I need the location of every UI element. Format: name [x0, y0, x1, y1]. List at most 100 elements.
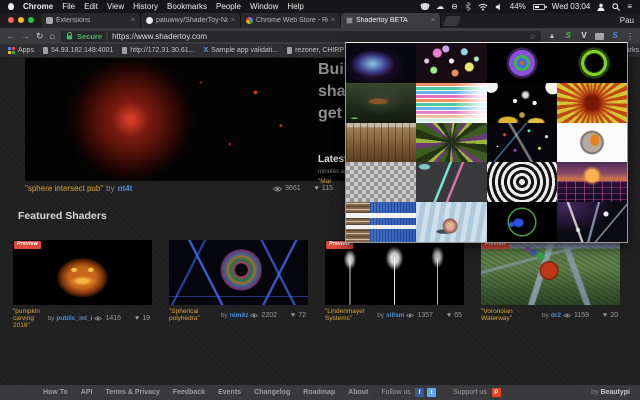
omnibox[interactable]: Secure | https://www.shadertoy.com ☆	[60, 30, 541, 42]
shader-thumbnail-rainbow-hexagon[interactable]	[486, 43, 557, 83]
secure-label[interactable]: Secure	[77, 32, 102, 41]
shader-thumbnail-concentric-circles[interactable]	[486, 162, 557, 203]
notification-center-icon[interactable]: ≡	[627, 2, 632, 11]
twitter-icon[interactable]: t	[426, 388, 436, 397]
bluetooth-icon[interactable]	[465, 2, 471, 11]
shader-author-link[interactable]: public_int_i	[56, 315, 92, 322]
bookmark-item[interactable]: X Sample app validati...	[203, 47, 278, 54]
url-text[interactable]: https://www.shadertoy.com	[112, 32, 207, 41]
shader-title-link[interactable]: "Voronoian Waterway"	[481, 308, 540, 322]
tab-shadertoy[interactable]: Shadertoy BETA ×	[341, 13, 441, 28]
volume-icon[interactable]	[495, 3, 503, 11]
close-tab-icon[interactable]: ×	[331, 17, 335, 24]
shader-thumbnail-fighter-jet[interactable]	[346, 82, 417, 123]
menu-help[interactable]: Help	[287, 2, 303, 11]
footer-link-feedback[interactable]: Feedback	[173, 389, 205, 396]
shader-preview-image[interactable]: Preview	[481, 240, 620, 305]
menu-chrome[interactable]: Chrome	[23, 2, 53, 11]
menu-clock[interactable]: Wed 03:04	[552, 2, 591, 11]
menu-bookmarks[interactable]: Bookmarks	[167, 2, 207, 11]
apple-icon[interactable]	[8, 3, 14, 10]
shader-preview-image[interactable]: Preview	[325, 240, 464, 305]
minimize-window-button[interactable]	[18, 17, 24, 23]
footer-link-api[interactable]: API	[81, 389, 93, 396]
shader-thumbnail-rainbow-stripes[interactable]	[416, 82, 487, 123]
do-not-disturb-icon[interactable]: ⊖	[451, 2, 458, 11]
extension-blue-s-icon[interactable]: S	[610, 31, 620, 41]
tab-chrome-web-store[interactable]: Chrome Web Store - Rozsze... ×	[241, 13, 341, 28]
shader-thumbnail-blue-blob-ring[interactable]	[486, 202, 557, 242]
facebook-icon[interactable]: f	[414, 388, 424, 397]
shader-thumbnail-green-kaleidoscope[interactable]	[416, 122, 487, 163]
shader-author-link[interactable]: nimitz	[230, 312, 249, 319]
menu-history[interactable]: History	[133, 2, 158, 11]
footer-link-howto[interactable]: How To	[43, 389, 68, 396]
extension-green-s-icon[interactable]: S	[563, 31, 573, 41]
shader-thumbnail-transparent-checker[interactable]	[346, 162, 417, 203]
spotlight-search-icon[interactable]	[612, 2, 621, 11]
extension-triangle-icon[interactable]: ▲	[547, 31, 557, 41]
profile-name[interactable]: Pau	[614, 16, 640, 28]
bookmark-item[interactable]: 54.93.182.148:4001	[42, 47, 113, 54]
menu-people[interactable]: People	[216, 2, 241, 11]
shader-thumbnail-bw-butterflies[interactable]	[486, 82, 557, 123]
shader-thumbnail-green-ring[interactable]	[556, 43, 627, 83]
close-tab-icon[interactable]: ×	[231, 17, 235, 24]
zoom-window-button[interactable]	[28, 17, 34, 23]
shader-title-link[interactable]: "Spherical polyhedra"	[169, 308, 219, 322]
battery-icon[interactable]	[532, 3, 547, 10]
extension-v-icon[interactable]: V	[579, 31, 589, 41]
menu-file[interactable]: File	[62, 2, 75, 11]
shader-thumbnail-neon-streaks[interactable]	[416, 162, 487, 203]
shader-thumbnail-blue-glitch[interactable]	[346, 202, 417, 242]
shader-author-link[interactable]: sillsm	[386, 312, 404, 319]
footer-link-events[interactable]: Events	[218, 389, 241, 396]
tab-extensions[interactable]: Extensions ×	[41, 13, 141, 28]
shader-thumbnail-blue-nebula[interactable]	[346, 43, 417, 83]
footer-link-roadmap[interactable]: Roadmap	[303, 389, 335, 396]
menu-edit[interactable]: Edit	[84, 2, 98, 11]
home-button[interactable]: ⌂	[50, 31, 55, 41]
featured-card-pumpkin: Preview "pumpkin carving 2016" by public…	[13, 240, 152, 329]
shader-thumbnail-space-debris[interactable]	[486, 122, 557, 163]
footer-link-about[interactable]: About	[348, 389, 368, 396]
shader-preview-image[interactable]	[169, 240, 308, 305]
wifi-icon[interactable]	[478, 3, 488, 11]
chrome-menu-icon[interactable]: ⋮	[626, 32, 634, 41]
back-button[interactable]: ←	[6, 31, 15, 41]
footer-link-terms[interactable]: Terms & Privacy	[105, 389, 159, 396]
menu-window[interactable]: Window	[250, 2, 278, 11]
close-tab-icon[interactable]: ×	[431, 17, 435, 24]
bookmark-star-icon[interactable]: ☆	[529, 32, 536, 41]
shader-title-link[interactable]: "Lindenmayer Systems"	[325, 308, 375, 322]
shader-thumbnail-beach-ball[interactable]	[556, 122, 627, 163]
shader-title-link[interactable]: "sphere intersect pub"	[25, 184, 103, 193]
patreon-icon[interactable]: P	[491, 388, 501, 397]
shader-thumbnail-egg-on-tiles[interactable]	[416, 202, 487, 242]
new-tab-button[interactable]	[442, 16, 462, 26]
hero-shader-image[interactable]	[25, 58, 345, 181]
reload-button[interactable]: ↻	[36, 31, 44, 41]
bookmark-item[interactable]: http://172.31.30.61...	[122, 47, 194, 54]
close-window-button[interactable]	[8, 17, 14, 23]
apps-shortcut[interactable]: Apps	[8, 47, 34, 54]
shader-thumbnail-light-streaks[interactable]	[556, 202, 627, 242]
shader-thumbnail-wood-floor[interactable]	[346, 122, 417, 163]
octocat-status-icon[interactable]	[420, 3, 431, 10]
views-icon	[250, 313, 259, 317]
tab-github-shadertoy-notifier[interactable]: patuwwy/ShaderToy-Notifier... ×	[141, 13, 241, 28]
shader-title-link[interactable]: "pumpkin carving 2016"	[13, 308, 45, 329]
shader-thumbnail-red-starburst[interactable]	[556, 82, 627, 123]
extension-envelope-icon[interactable]	[595, 32, 604, 40]
shader-author-link[interactable]: nt4t	[118, 184, 133, 193]
shader-preview-image[interactable]: Preview	[13, 240, 152, 305]
menu-view[interactable]: View	[107, 2, 124, 11]
shader-author-link[interactable]: dr2	[551, 312, 561, 319]
shader-thumbnail-synthwave-sunset[interactable]	[556, 162, 627, 203]
forward-button[interactable]: →	[21, 31, 30, 41]
cloud-status-icon[interactable]: ☁	[436, 2, 444, 11]
shader-thumbnail-kaleidoscope-dots[interactable]	[416, 43, 487, 83]
footer-link-changelog[interactable]: Changelog	[254, 389, 290, 396]
close-tab-icon[interactable]: ×	[131, 17, 135, 24]
user-icon[interactable]	[597, 3, 605, 11]
